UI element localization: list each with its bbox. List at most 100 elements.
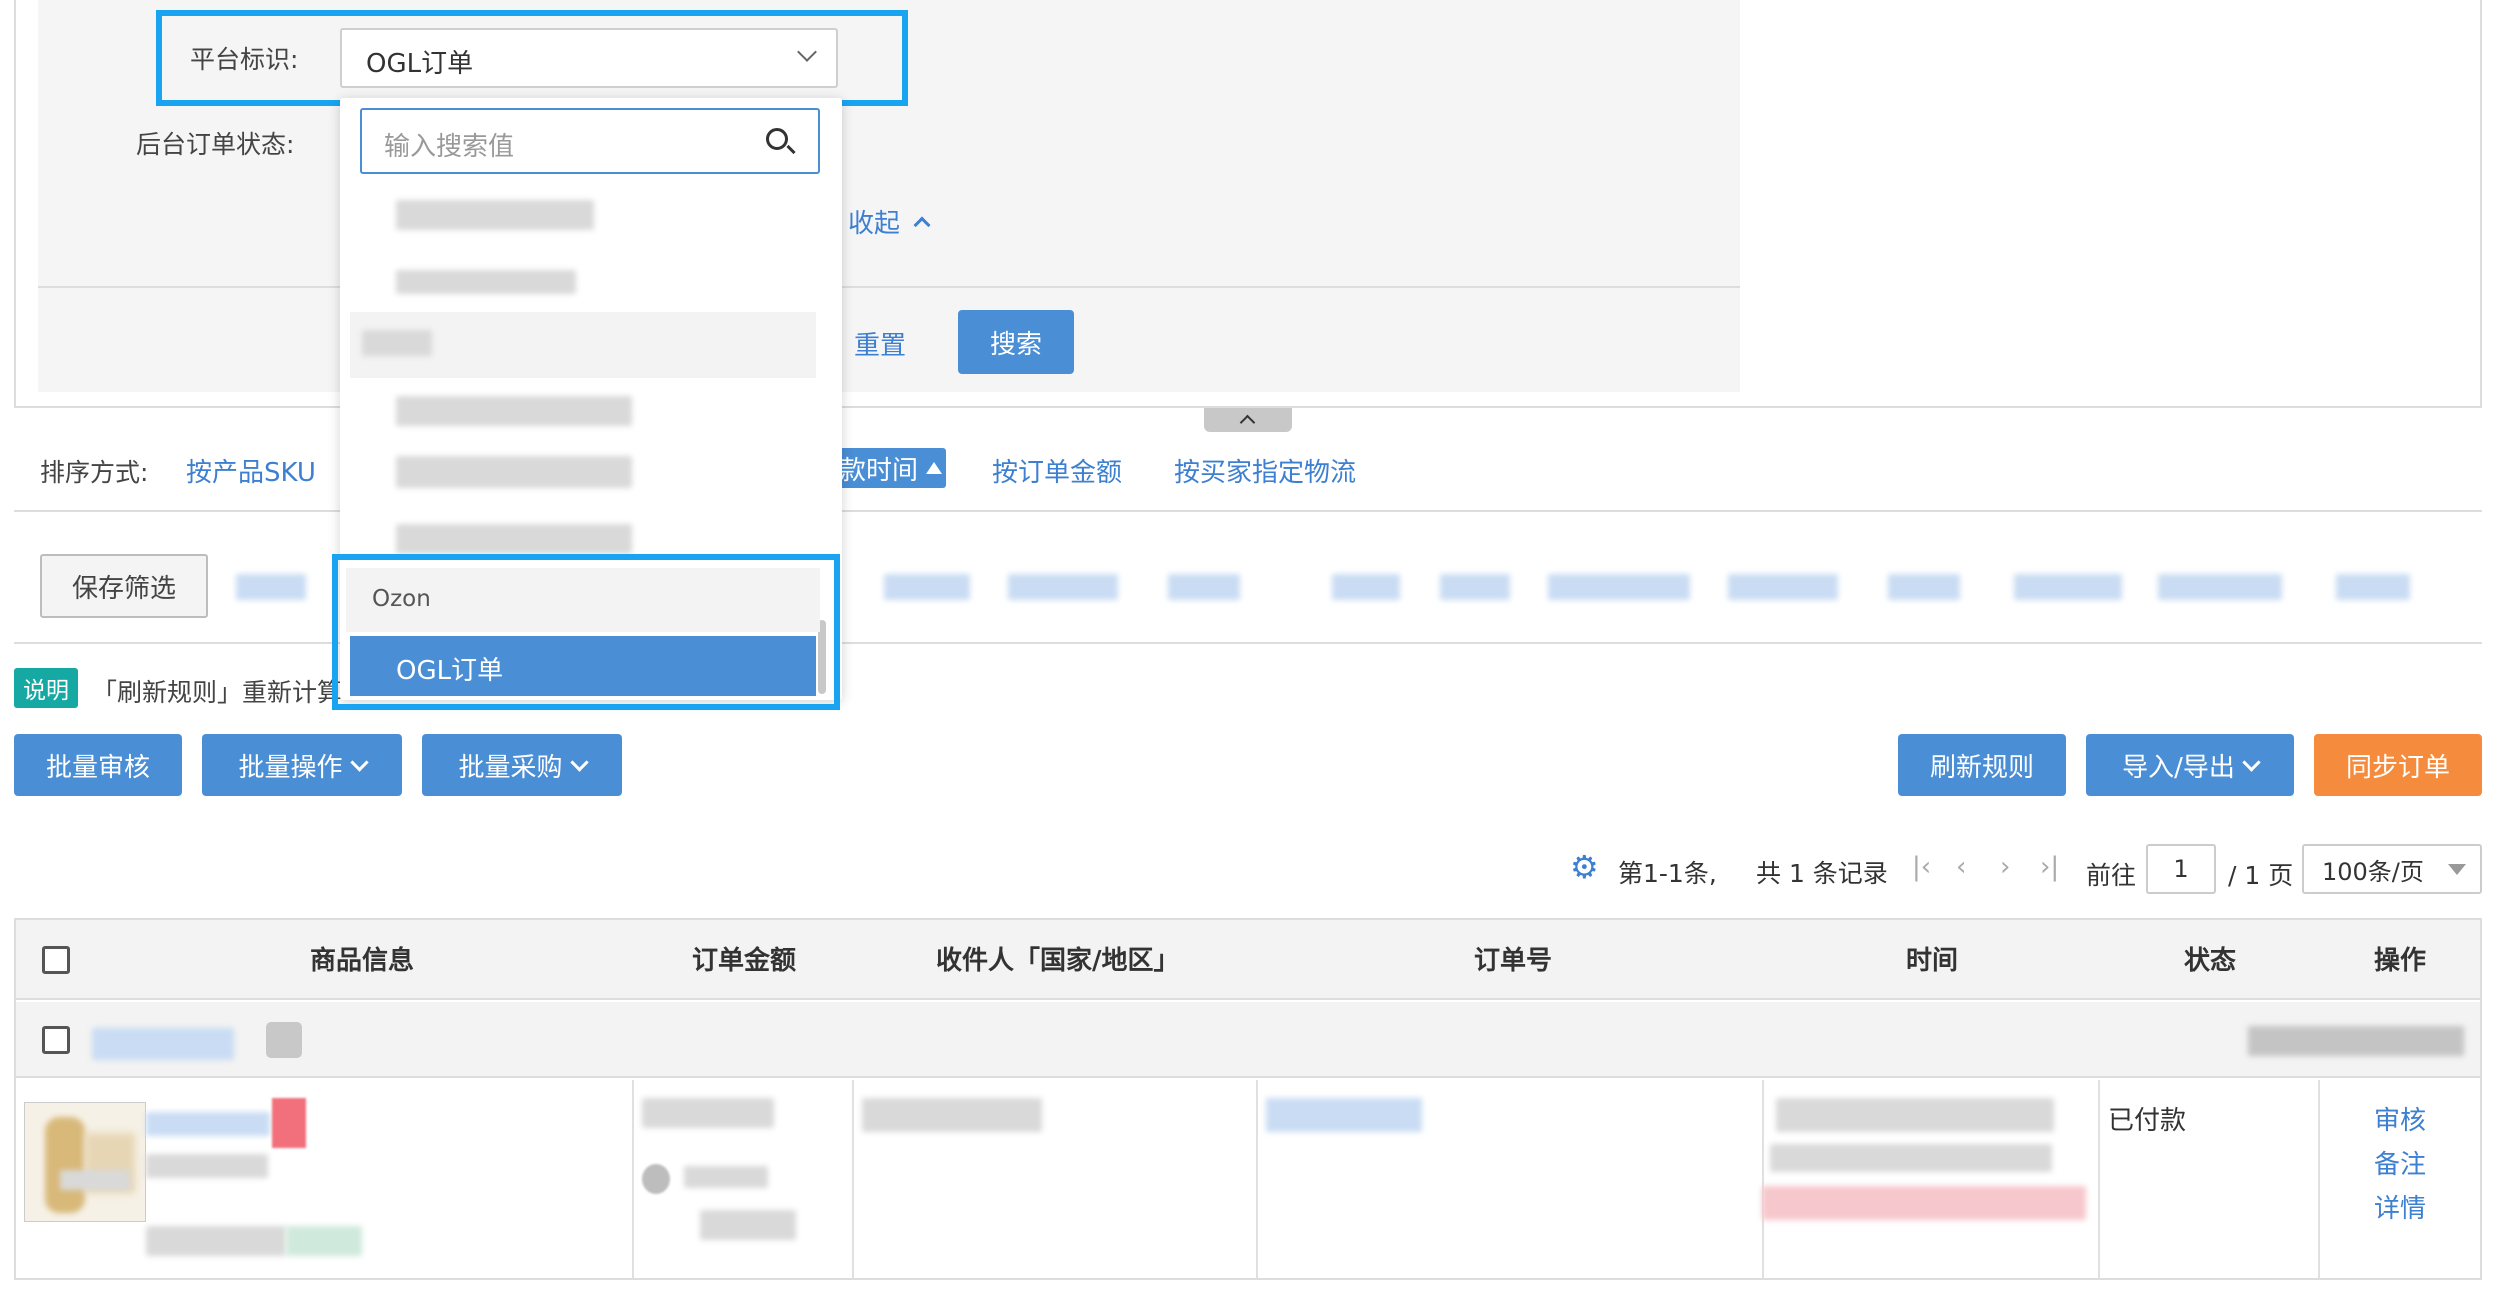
col-header-recipient: 收件人「国家/地区」	[936, 946, 1180, 976]
product-tag-icon	[272, 1098, 306, 1148]
col-divider	[2098, 1080, 2100, 1278]
dropdown-option[interactable]	[396, 524, 632, 554]
search-button[interactable]: 搜索	[958, 310, 1074, 374]
col-divider	[852, 1080, 854, 1278]
page-input[interactable]: 1	[2146, 844, 2216, 894]
group-info-text	[2248, 1026, 2464, 1056]
store-name-tag	[92, 1028, 234, 1060]
batch-operate-button[interactable]: 批量操作	[202, 734, 402, 796]
chevron-down-icon	[2242, 752, 2261, 772]
ozon-highlight-box	[332, 554, 840, 710]
refresh-rules-button[interactable]: 刷新规则	[1898, 734, 2066, 796]
next-page-icon[interactable]: ›	[2000, 852, 2010, 882]
last-page-icon[interactable]: ›|	[2040, 852, 2059, 882]
row-checkbox[interactable]	[42, 1026, 70, 1054]
chevron-down-icon	[569, 752, 589, 772]
filter-divider	[38, 286, 1740, 288]
saved-filter-tag[interactable]	[1548, 574, 1690, 600]
pagination-total: 共 1 条记录	[1756, 859, 1888, 888]
order-group-row	[16, 1002, 2480, 1078]
reset-button[interactable]: 重置	[854, 325, 906, 362]
product-title[interactable]	[146, 1112, 270, 1136]
prev-page-icon[interactable]: ‹	[1956, 852, 1966, 882]
save-filter-button-label: 保存筛选	[71, 573, 176, 604]
coin-icon	[642, 1164, 670, 1194]
collapse-link[interactable]: 收起	[848, 203, 931, 240]
dropdown-option[interactable]	[396, 456, 632, 488]
batch-review-button[interactable]: 批量审核	[14, 734, 182, 796]
import-export-label: 导入/导出	[2122, 752, 2235, 783]
chevron-up-icon	[913, 216, 931, 233]
saved-filter-tag[interactable]	[2158, 574, 2282, 600]
saved-filter-tag[interactable]	[2014, 574, 2122, 600]
col-header-actions: 操作	[2374, 946, 2427, 976]
select-all-checkbox[interactable]	[42, 946, 70, 974]
recipient-country	[862, 1098, 1042, 1132]
saved-filter-tag[interactable]	[1168, 574, 1240, 600]
note-action-link[interactable]: 备注	[2374, 1144, 2426, 1181]
page-size-value: 100条/页	[2322, 857, 2424, 886]
col-header-status: 状态	[2184, 946, 2237, 976]
dropdown-option[interactable]	[396, 270, 576, 294]
goto-label: 前往	[2086, 861, 2137, 890]
save-filter-button[interactable]: 保存筛选	[40, 554, 208, 618]
review-action-link[interactable]: 审核	[2374, 1100, 2426, 1137]
col-header-time: 时间	[1906, 946, 1959, 976]
sort-by-amount[interactable]: 按订单金额	[992, 452, 1122, 489]
page-size-select[interactable]: 100条/页	[2302, 844, 2482, 894]
saved-filter-tag[interactable]	[884, 574, 970, 600]
dropdown-search-input[interactable]: 输入搜索值	[360, 108, 820, 174]
order-number-link[interactable]	[1266, 1098, 1422, 1132]
col-header-order-no: 订单号	[1474, 946, 1553, 976]
gear-icon[interactable]: ⚙	[1570, 851, 1600, 883]
saved-filter-tag[interactable]	[1332, 574, 1400, 600]
batch-purchase-button[interactable]: 批量采购	[422, 734, 622, 796]
panel-collapse-handle[interactable]	[1204, 408, 1292, 432]
notice-text: 「刷新规则」重新计算	[92, 678, 343, 707]
chevron-up-icon	[1239, 414, 1256, 431]
col-divider	[2318, 1080, 2320, 1278]
col-divider	[632, 1080, 634, 1278]
order-paid-time	[1770, 1144, 2052, 1172]
batch-purchase-label: 批量采购	[458, 752, 563, 783]
product-meta-tag	[286, 1226, 362, 1256]
search-button-label: 搜索	[989, 329, 1042, 360]
refresh-rules-label: 刷新规则	[1929, 752, 2034, 783]
notice-badge-label: 说明	[23, 678, 69, 704]
sort-asc-icon	[926, 462, 943, 474]
col-divider	[1762, 1080, 1764, 1278]
saved-filter-tag[interactable]	[236, 574, 306, 600]
notice-badge: 说明	[14, 668, 78, 708]
search-icon-handle	[786, 144, 796, 155]
detail-action-link[interactable]: 详情	[2374, 1188, 2426, 1225]
product-meta	[146, 1226, 286, 1256]
product-variant	[60, 1170, 130, 1190]
page-input-value: 1	[2173, 855, 2189, 883]
order-amount	[642, 1098, 774, 1128]
saved-filter-tag[interactable]	[1888, 574, 1960, 600]
store-icon	[266, 1022, 302, 1058]
order-status-label: 后台订单状态:	[136, 130, 295, 159]
sort-by-pay-time-label: 款时间	[840, 455, 919, 486]
saved-filter-tag[interactable]	[1008, 574, 1118, 600]
sort-by-pay-time[interactable]: 款时间	[836, 448, 946, 488]
saved-filter-tag[interactable]	[1440, 574, 1510, 600]
product-thumbnail[interactable]	[24, 1102, 146, 1222]
col-header-product: 商品信息	[310, 946, 415, 976]
sort-by-logistics[interactable]: 按买家指定物流	[1174, 452, 1356, 489]
batch-operate-label: 批量操作	[238, 752, 343, 783]
sync-orders-label: 同步订单	[2345, 752, 2450, 783]
saved-filter-tag[interactable]	[2336, 574, 2410, 600]
order-profit	[700, 1210, 796, 1240]
col-divider	[1256, 1080, 1258, 1278]
sync-orders-button[interactable]: 同步订单	[2314, 734, 2482, 796]
first-page-icon[interactable]: |‹	[1912, 852, 1931, 882]
collapse-link-label: 收起	[848, 209, 901, 239]
batch-review-label: 批量审核	[45, 752, 150, 783]
import-export-button[interactable]: 导入/导出	[2086, 734, 2294, 796]
product-sku	[146, 1154, 268, 1178]
dropdown-option[interactable]	[396, 396, 632, 426]
dropdown-option[interactable]	[396, 200, 594, 230]
sort-by-sku[interactable]: 按产品SKU	[186, 452, 316, 489]
saved-filter-tag[interactable]	[1728, 574, 1838, 600]
